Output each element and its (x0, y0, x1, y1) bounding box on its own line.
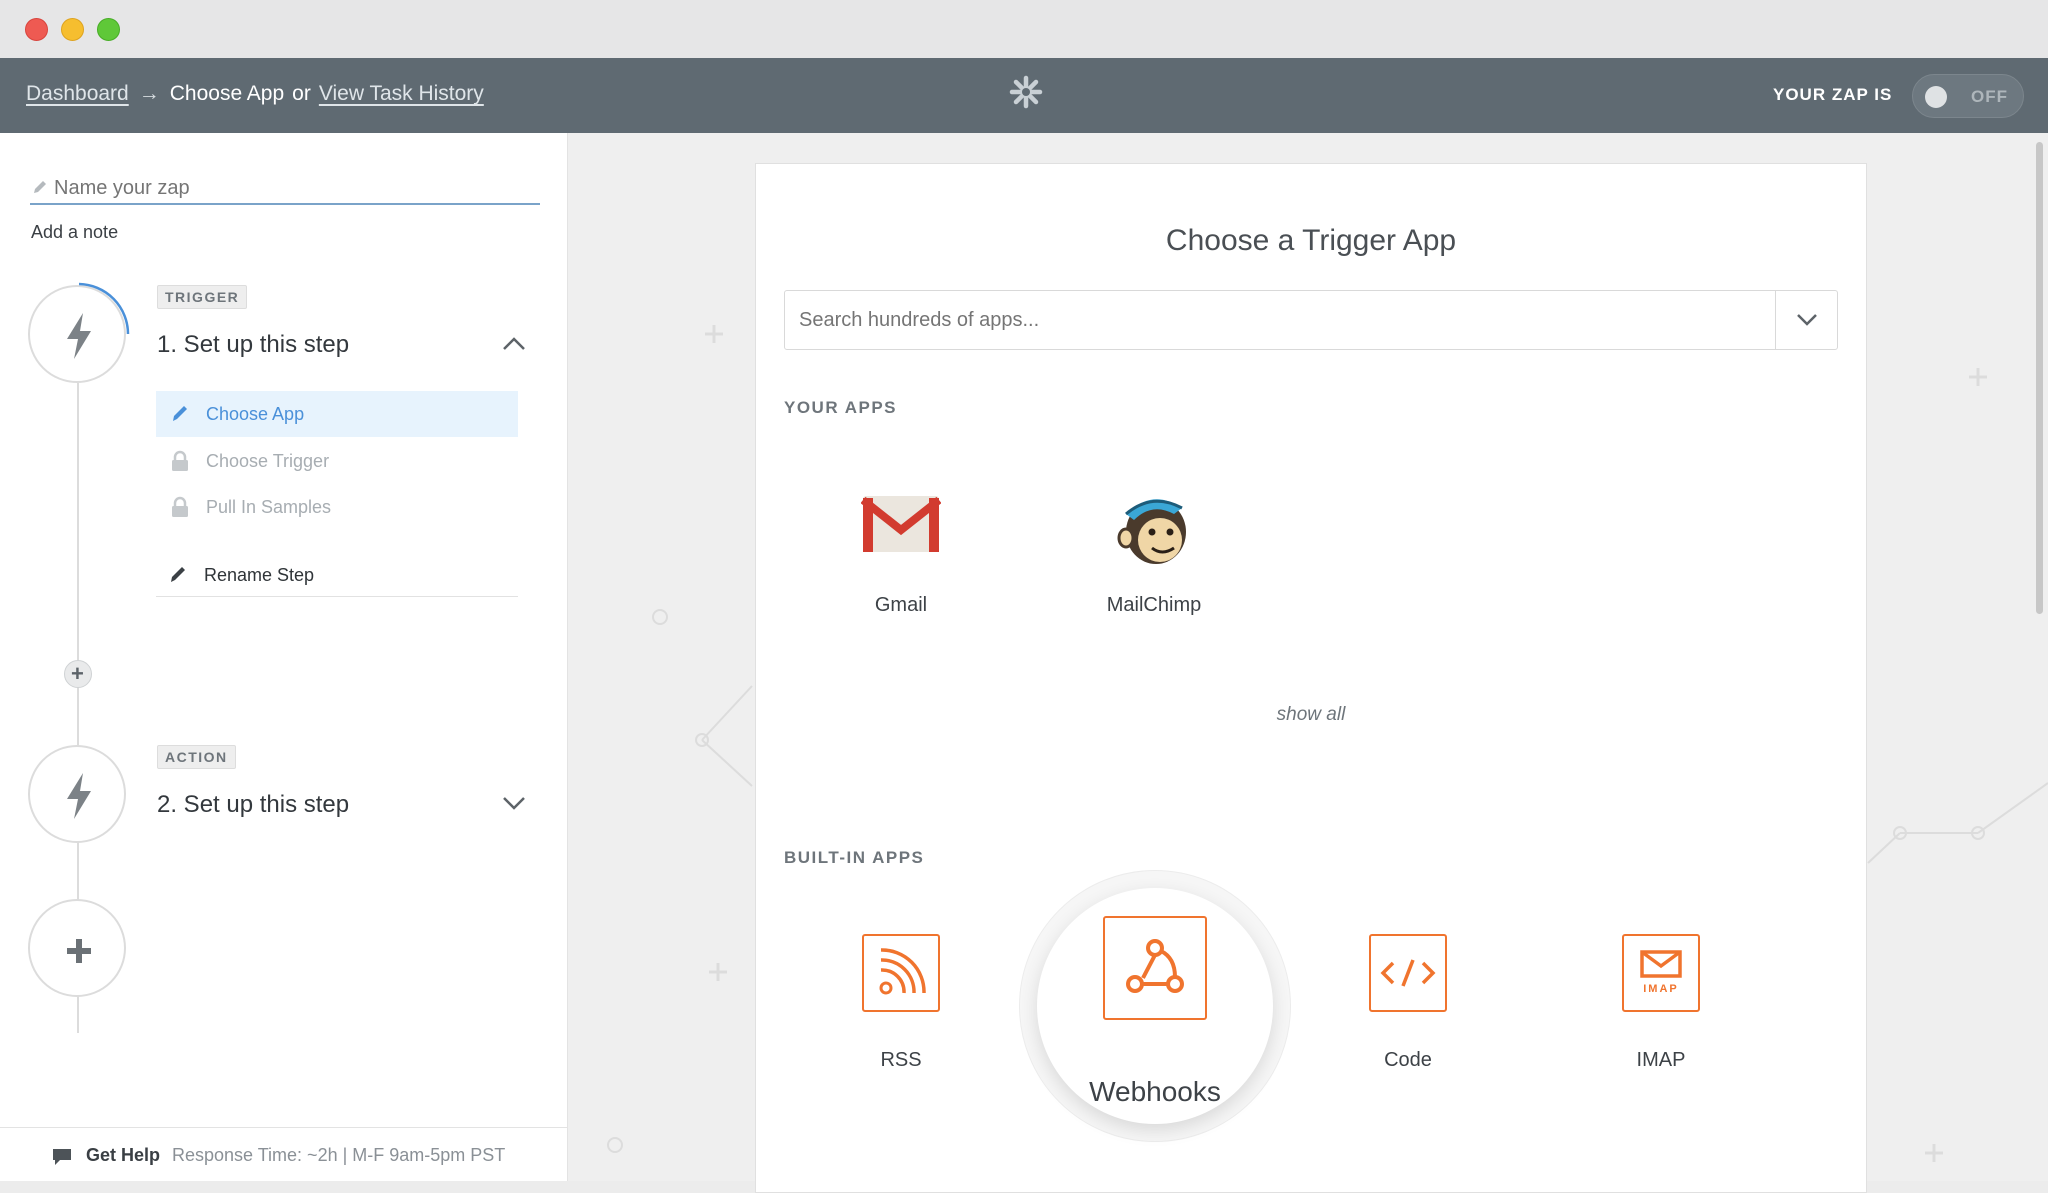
view-task-history-link[interactable]: View Task History (319, 82, 484, 105)
rename-step-label: Rename Step (204, 565, 315, 585)
zap-status-label: YOUR ZAP IS (1773, 85, 1893, 104)
app-webhooks[interactable]: Webhooks (1019, 870, 1291, 1142)
app-search-dropdown-button[interactable] (1775, 291, 1837, 349)
main-scrollbar[interactable] (2036, 142, 2043, 614)
rename-step-button[interactable]: Rename Step (156, 553, 518, 597)
imap-icon: IMAP (1622, 934, 1700, 1012)
app-name: IMAP (1636, 1049, 1686, 1071)
app-name: Code (1384, 1049, 1432, 1071)
minimize-window-button[interactable] (61, 18, 84, 41)
zap-name-input[interactable] (54, 175, 534, 201)
card-title: Choose a Trigger App (1165, 224, 1457, 257)
dashboard-link[interactable]: Dashboard (26, 82, 129, 105)
action-badge: ACTION (157, 745, 236, 769)
progress-arc (78, 282, 130, 335)
zapier-asterisk-icon[interactable] (1009, 75, 1043, 109)
substep-choose-app[interactable]: Choose App (156, 391, 518, 437)
chevron-down-icon[interactable] (501, 794, 527, 812)
toggle-knob (1925, 86, 1947, 108)
rss-icon (862, 934, 940, 1012)
chat-bubble-icon (53, 1149, 71, 1165)
app-rss[interactable]: RSS (811, 934, 991, 1084)
help-bar: Get Help Response Time: ~2h | M-F 9am-5p… (0, 1127, 567, 1181)
pencil-icon (34, 181, 46, 193)
app-search-input[interactable] (799, 305, 1759, 335)
choose-app-card: Choose a Trigger App YOUR APPS Gmail (755, 163, 1867, 1193)
lock-icon (172, 496, 188, 517)
app-name: MailChimp (1106, 594, 1202, 616)
zap-name-field[interactable] (30, 175, 540, 205)
insert-step-button[interactable]: + (64, 660, 92, 688)
zap-on-off-toggle[interactable]: OFF (1912, 74, 2024, 118)
webhooks-icon (1103, 916, 1207, 1020)
substep-pull-in-samples: Pull In Samples (156, 484, 518, 530)
breadcrumb: Dashboard → Choose App or View Task History (26, 82, 484, 106)
app-mailchimp[interactable]: MailChimp (1064, 484, 1244, 634)
breadcrumb-or: or (292, 82, 311, 105)
add-note-link[interactable]: Add a note (31, 222, 118, 243)
add-step-button[interactable] (28, 899, 126, 997)
your-apps-label: YOUR APPS (784, 398, 898, 417)
chevron-down-icon (1797, 314, 1817, 326)
mailchimp-icon (1117, 499, 1186, 564)
maximize-window-button[interactable] (97, 18, 120, 41)
substep-label: Pull In Samples (206, 497, 332, 517)
pencil-icon (171, 567, 185, 582)
substep-label: Choose App (206, 404, 305, 424)
code-icon (1369, 934, 1447, 1012)
plus-icon (67, 939, 91, 963)
toggle-state-label: OFF (1971, 87, 2008, 106)
window-titlebar (0, 0, 2048, 58)
app-search-box[interactable] (784, 290, 1838, 350)
app-imap[interactable]: IMAP IMAP (1571, 934, 1751, 1084)
lightning-bolt-icon (67, 773, 91, 819)
trigger-step-title[interactable]: 1. Set up this step (157, 331, 349, 359)
app-code[interactable]: Code (1318, 934, 1498, 1084)
webhooks-highlight: Webhooks (1037, 888, 1273, 1124)
app-name: Gmail (874, 594, 928, 616)
built-in-apps-label: BUILT-IN APPS (784, 848, 925, 867)
app-name: RSS (880, 1049, 922, 1071)
zap-editor-sidebar: Add a note TRIGGER 1. Set up this step C… (0, 133, 568, 1181)
action-step-icon[interactable] (28, 745, 126, 843)
pencil-icon (173, 406, 187, 421)
top-navigation-bar: Dashboard → Choose App or View Task History … (0, 58, 2048, 133)
close-window-button[interactable] (25, 18, 48, 41)
lock-icon (172, 450, 188, 471)
gmail-icon (861, 496, 941, 552)
response-time-text: Response Time: ~2h | M-F 9am-5pm PST (172, 1145, 506, 1165)
breadcrumb-current: Choose App (169, 82, 285, 105)
imap-icon-text: IMAP (1643, 983, 1679, 995)
plus-icon: + (71, 661, 84, 686)
substep-label: Choose Trigger (206, 451, 330, 471)
breadcrumb-arrow: → (138, 82, 160, 105)
get-help-link[interactable]: Get Help (86, 1145, 160, 1166)
action-step-title[interactable]: 2. Set up this step (157, 791, 349, 819)
trigger-badge: TRIGGER (157, 285, 248, 309)
show-all-link[interactable]: show all (756, 704, 1866, 726)
app-gmail[interactable]: Gmail (811, 484, 991, 634)
chevron-up-icon[interactable] (501, 334, 527, 352)
substep-choose-trigger: Choose Trigger (156, 438, 518, 484)
app-name: Webhooks (1089, 1076, 1221, 1107)
